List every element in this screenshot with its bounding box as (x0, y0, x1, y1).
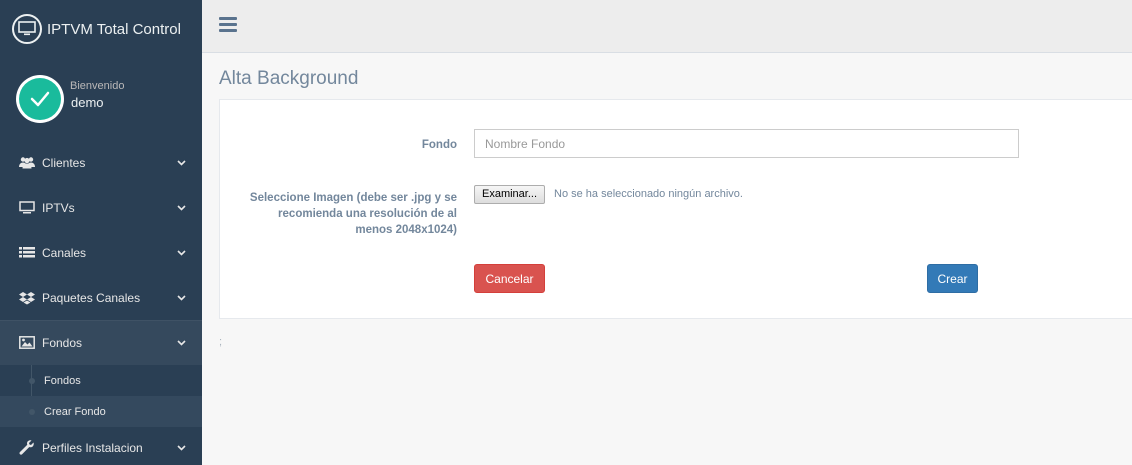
submenu-item-fondos[interactable]: Fondos (0, 365, 202, 396)
chevron-down-icon (176, 338, 186, 348)
avatar (16, 75, 64, 123)
fondos-group: Fondos Fondos Crear Fondo (0, 320, 202, 427)
sidebar-item-clientes[interactable]: Clientes (0, 140, 202, 185)
fondos-submenu: Fondos Crear Fondo (0, 365, 202, 427)
chevron-down-icon (176, 248, 186, 258)
chevron-down-icon (176, 293, 186, 303)
fondo-label: Fondo (421, 139, 457, 151)
sidebar-item-perfiles-instalacion[interactable]: Perfiles Instalacion (0, 427, 202, 465)
sidebar-item-label: Fondos (42, 335, 83, 350)
sidebar-item-label: Paquetes Canales (42, 290, 141, 305)
submenu-item-crear-fondo[interactable]: Crear Fondo (0, 396, 202, 427)
footer-mark: ; (219, 336, 223, 348)
sidebar-item-label: Perfiles Instalacion (42, 440, 143, 455)
fondo-input[interactable] (474, 129, 1019, 158)
monitor-icon (12, 14, 42, 44)
top-nav (202, 0, 1132, 53)
list-icon (18, 246, 36, 260)
file-status-text: No se ha seleccionado ningún archivo. (554, 188, 743, 200)
create-button[interactable]: Crear (927, 264, 978, 293)
profile: Bienvenido demo (0, 58, 202, 140)
sidebar: IPTVM Total Control Bienvenido demo Clie… (0, 0, 202, 465)
users-icon (18, 156, 36, 170)
image-icon (18, 336, 36, 350)
sidebar-item-label: Canales (42, 245, 87, 260)
sidebar-item-iptvs[interactable]: IPTVs (0, 185, 202, 230)
sidebar-item-label: IPTVs (42, 200, 75, 215)
image-label: Seleccione Imagen (debe ser .jpg y se re… (220, 190, 457, 238)
browse-file-button[interactable]: Examinar... (474, 185, 546, 204)
wrench-icon (18, 440, 36, 455)
cancel-button[interactable]: Cancelar (474, 264, 545, 293)
image-label-line: Seleccione Imagen (debe ser .jpg y se (249, 192, 457, 204)
bullet-icon (29, 377, 35, 384)
chevron-down-icon (176, 443, 186, 453)
submenu-item-label: Fondos (44, 374, 81, 387)
welcome-text: Bienvenido (70, 80, 125, 92)
sidebar-item-paquetes-canales[interactable]: Paquetes Canales (0, 275, 202, 320)
image-label-line: recomienda una resolución de al (278, 208, 457, 220)
main-content: Alta Background Fondo Seleccione Imagen … (202, 53, 1132, 465)
sidebar-menu: Clientes IPTVs Canales Paquetes Canales (0, 140, 202, 465)
form-panel: Fondo Seleccione Imagen (debe ser .jpg y… (219, 99, 1132, 319)
chevron-down-icon (176, 158, 186, 168)
app-title: IPTVM Total Control (47, 20, 181, 38)
monitor-icon (18, 201, 36, 215)
menu-toggle-icon[interactable] (219, 17, 237, 32)
submenu-item-label: Crear Fondo (44, 405, 106, 418)
chevron-down-icon (176, 203, 186, 213)
sidebar-item-canales[interactable]: Canales (0, 230, 202, 275)
bullet-icon (29, 408, 35, 415)
sidebar-item-label: Clientes (42, 155, 86, 170)
dropbox-icon (18, 291, 36, 305)
page-title: Alta Background (219, 68, 359, 89)
check-icon (30, 91, 50, 107)
username: demo (71, 95, 104, 110)
image-label-line: menos 2048x1024) (355, 224, 457, 236)
sidebar-item-fondos[interactable]: Fondos (0, 320, 202, 365)
brand[interactable]: IPTVM Total Control (0, 0, 202, 58)
